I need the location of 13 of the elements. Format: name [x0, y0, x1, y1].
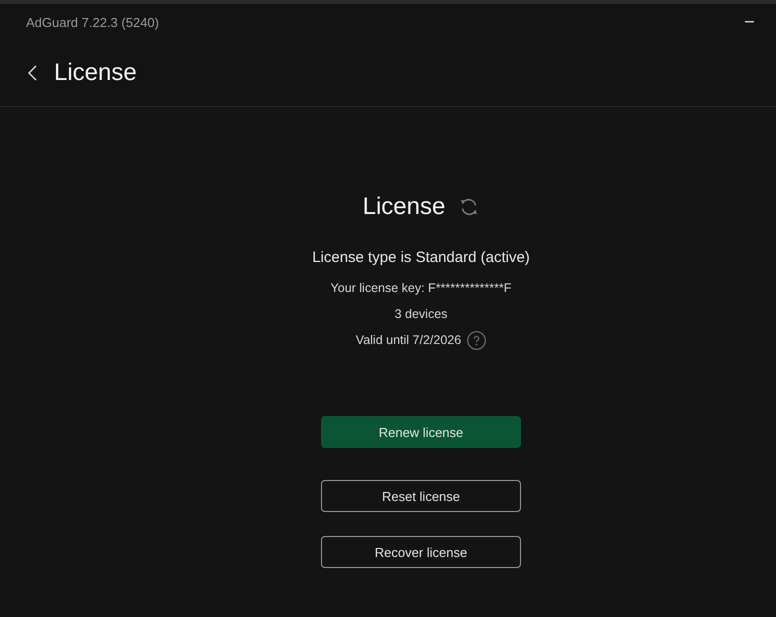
valid-until-text: Valid until 7/2/2026	[356, 332, 462, 349]
devices-text: 3 devices	[394, 306, 448, 323]
renew-button[interactable]: Renew license	[321, 416, 521, 448]
outline-button[interactable]: Reset license	[321, 480, 521, 512]
window-title: AdGuard 7.22.3 (5240)	[26, 14, 160, 30]
page-title: License	[54, 59, 137, 87]
minimize-icon	[745, 21, 754, 23]
outline-button[interactable]: Recover license	[321, 536, 521, 568]
license-key-text: Your license key: F**************F	[330, 280, 512, 297]
license-type-text: License type is Standard (active)	[312, 248, 530, 268]
help-icon[interactable]	[467, 330, 486, 350]
refresh-icon[interactable]	[459, 197, 480, 217]
license-heading: License	[362, 192, 446, 222]
